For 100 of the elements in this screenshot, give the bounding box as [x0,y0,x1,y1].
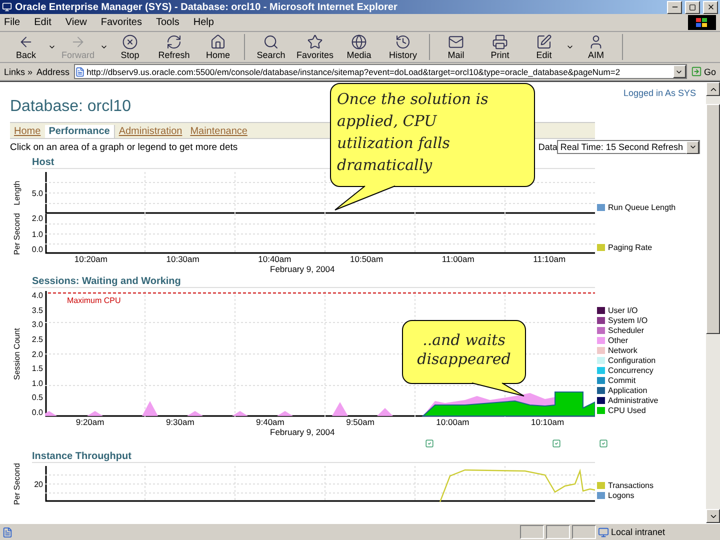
check-square-icon[interactable] [425,438,434,448]
search-icon [263,34,279,50]
time-label: 11:00am [442,254,474,264]
toolbar-button[interactable]: Media [337,34,381,60]
legend-label[interactable]: Commit [608,376,636,385]
address-field[interactable]: http://dbserv9.us.oracle.com:5500/em/console/database/instance/sitemap?event=doLoad&target=orcl10&type=oracle_database&pageNum=2 [74,64,687,79]
axis-tick: 1.0 [32,378,43,388]
axis-label: Per Second [12,463,22,505]
menu-item[interactable]: View [65,17,87,28]
axis-tick: 0.0 [32,408,43,417]
time-label: 9:20am [76,417,104,427]
go-button[interactable]: Go [690,66,716,77]
close-icon [706,3,714,11]
toolbar-button[interactable]: Print [478,34,522,60]
legend-label[interactable]: Transactions [608,481,654,490]
tab[interactable]: Performance [44,125,115,138]
axis-label: Per Second [12,213,22,255]
menu-item[interactable]: Favorites [100,17,142,28]
legend-label[interactable]: Run Queue Length [608,203,676,212]
toolbar-button[interactable]: Favorites [293,34,337,60]
axis-tick: 1.5 [32,364,43,374]
menu-item[interactable]: Edit [34,17,52,28]
legend-label[interactable]: User I/O [608,306,638,315]
page-icon [74,66,85,76]
time-label: 10:10am [530,417,564,427]
menu-item[interactable]: Tools [156,17,180,28]
check-square-icon[interactable] [552,438,561,448]
page-title: Database: orcl10 [10,98,131,116]
tab[interactable]: Administration [114,125,186,138]
caret-icon [688,143,696,151]
time-label: 10:00am [436,417,470,427]
axis-tick: 4.0 [32,291,43,300]
time-label: 10:20am [74,254,108,264]
axis-tick: 0.5 [32,393,43,402]
person-icon [588,34,604,50]
axis-tick: 2.0 [32,214,43,223]
mail-icon [448,34,464,50]
printer-icon [492,34,508,50]
minimize-button[interactable] [667,0,682,14]
legend-label[interactable]: Logons [608,491,634,500]
computer-icon [598,526,609,538]
status-pane [520,525,544,539]
maximize-button[interactable] [685,0,700,14]
globe-icon [351,34,367,50]
star-icon [307,34,323,50]
refresh-select[interactable]: Real Time: 15 Second Refresh [557,140,700,154]
section-title: Sessions: Waiting and Working [32,276,595,288]
scroll-thumb[interactable] [706,104,720,334]
maximize-icon [689,4,696,10]
status-pane [572,525,596,539]
legend-label[interactable]: Scheduler [608,326,644,335]
date-label: February 9, 2004 [270,427,336,437]
legend-label[interactable]: Network [608,346,638,355]
status-pane [546,525,570,539]
legend-label[interactable]: Administrative [608,396,658,405]
legend-label[interactable]: Paging Rate [608,243,652,252]
legend-label[interactable]: Concurrency [608,366,654,375]
legend-label[interactable]: Application [608,386,648,395]
logged-in-link[interactable]: Logged in As SYS [623,88,696,98]
axis-label: Session Count [12,328,22,380]
toolbar-button[interactable]: Edit [522,34,566,60]
tab[interactable]: Maintenance [186,125,252,138]
scroll-down-button[interactable] [706,509,720,523]
toolbar-button[interactable]: Search [249,34,293,60]
dropdown-button[interactable] [672,65,686,78]
toolbar-button[interactable]: Back [4,34,48,60]
axis-tick: 0.0 [32,245,43,254]
time-label: 10:50am [350,254,384,264]
links-label[interactable]: Links » [4,66,33,76]
toolbar-button[interactable]: Refresh [152,34,196,60]
menu-item[interactable]: File [4,17,20,28]
toolbar-button[interactable]: Home [196,34,240,60]
time-label: 9:50am [346,417,374,427]
address-label: Address [36,66,70,76]
date-label: February 9, 2004 [270,264,336,274]
axis-tick: 2.0 [32,350,43,358]
home-icon [210,34,226,50]
tab[interactable]: Home [10,125,45,138]
caret-icon[interactable] [566,43,574,51]
section-title: Instance Throughput [32,451,595,463]
axis-tick: 5.0 [32,188,43,198]
close-button[interactable] [703,0,718,14]
toolbar-button[interactable]: AIM [574,34,618,60]
caret-icon[interactable] [48,43,56,51]
axis-tick: 3.0 [32,320,43,330]
check-square-icon[interactable] [599,438,608,448]
legend-label[interactable]: Other [608,336,628,345]
browser-icon [2,2,12,12]
legend-label[interactable]: System I/O [608,316,648,325]
scroll-up-button[interactable] [706,82,720,96]
window-title: Oracle Enterprise Manager (SYS) - Database: orcl10 - Microsoft Internet Explorer [15,2,398,12]
clock-icon [395,34,411,50]
legend-label[interactable]: CPU Used [608,406,646,415]
toolbar-button[interactable]: Mail [434,34,478,60]
legend-label[interactable]: Configuration [608,356,656,365]
menu-item[interactable]: Help [193,17,214,28]
instruction-text: Click on an area of a graph or legend to get more dets [10,142,238,152]
toolbar-button[interactable]: Stop [108,34,152,60]
zone-label: Local intranet [598,526,718,538]
toolbar-button[interactable]: History [381,34,425,60]
